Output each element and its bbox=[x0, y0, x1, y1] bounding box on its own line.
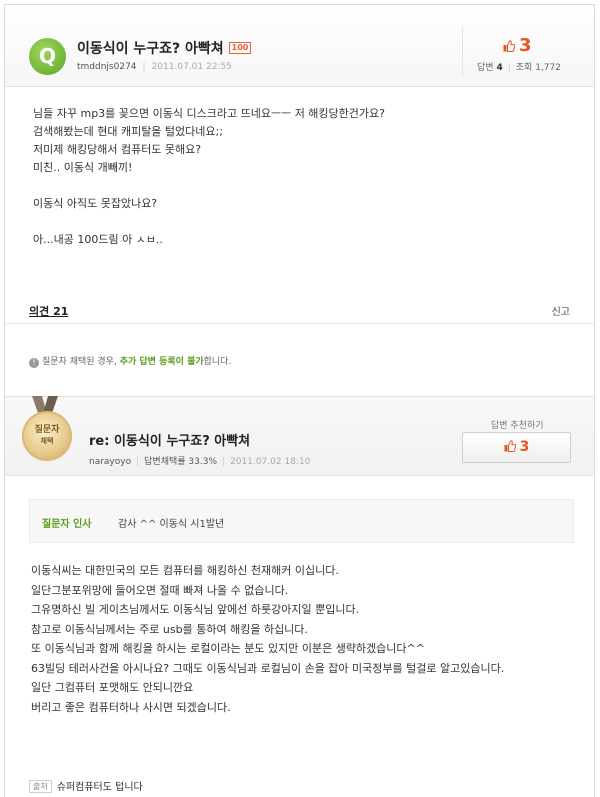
adoption-rate: 답변채택률 33.3% bbox=[144, 457, 218, 467]
recommend-answer-button[interactable]: 3 bbox=[462, 432, 571, 463]
views-count: 1,772 bbox=[535, 63, 561, 73]
answer-line: 버리고 좋은 컴퓨터하나 사시면 되겠습니다. bbox=[31, 700, 231, 714]
answer-line: 63빌딩 테러사건을 아시나요? 그때도 이동식님과 로컬님이 손을 잡아 미국… bbox=[31, 661, 505, 675]
answer-source: 출처 슈퍼컴퓨터도 텁니다 bbox=[29, 778, 143, 793]
questioner-thanks-box: 질문자 인사 감사 ^^ 이동식 시1발년 bbox=[29, 499, 574, 543]
question-header: Q 이동식이 누구죠? 아빡쳐 100 tmddnjs0274 | 2011.07.0… bbox=[5, 5, 594, 87]
question-line: 이동식 아직도 못잡았나요? bbox=[33, 197, 158, 210]
question-badge: Q bbox=[29, 38, 66, 75]
question-line: 저미제 해킹당해서 컴퓨터도 못해요? bbox=[33, 143, 202, 156]
views-label: 조회 bbox=[515, 63, 533, 73]
question-date: 2011.07.01 22:55 bbox=[151, 62, 232, 72]
answer-line: 일단 그컴퓨터 포맷해도 안되니깐요 bbox=[31, 681, 194, 694]
answers-label: 답변 bbox=[477, 63, 494, 73]
answer-line: 일단그분포위망에 들어오면 절때 빠져 나올 수 없습니다. bbox=[31, 583, 289, 597]
question-author[interactable]: tmddnjs0274 bbox=[77, 62, 137, 72]
medal-line1: 질문자 bbox=[34, 425, 60, 435]
answer-author[interactable]: narayoyo bbox=[89, 457, 131, 467]
question-body: 님들 자꾸 mp3를 꽂으면 이동식 디스크라고 뜨네요ㅡㅡ 저 해킹당한건가요… bbox=[33, 105, 385, 249]
answer-body: 이동식씨는 대한민국의 모든 컴퓨터를 해킹하신 천재해커 이십니다. 일단그분… bbox=[31, 561, 504, 717]
answer-date: 2011.07.02 18:10 bbox=[230, 457, 311, 467]
answer-line: 또 이동식님과 함께 해킹을 하시는 로컬이라는 분도 있지만 이분은 생략하겠… bbox=[31, 642, 425, 655]
question-footer: 의견 21 신고 bbox=[5, 298, 594, 324]
question-title: 이동식이 누구죠? 아빡쳐 100 bbox=[77, 38, 252, 58]
notice-suffix: 합니다. bbox=[203, 357, 232, 367]
source-text: 슈퍼컴퓨터도 텁니다 bbox=[56, 782, 143, 793]
question-recommend: 3 bbox=[503, 35, 532, 56]
recommend-answer-label: 답변 추천하기 bbox=[491, 421, 544, 431]
notice-text: 질문자 채택된 경우, bbox=[42, 357, 117, 367]
question-line: 검색해봤는데 현대 캐피탈을 털었다네요;; bbox=[33, 125, 223, 138]
question-line: 님들 자꾸 mp3를 꽂으면 이동식 디스크라고 뜨네요ㅡㅡ 저 해킹당한건가요… bbox=[33, 107, 385, 120]
answers-count: 4 bbox=[496, 63, 503, 73]
answer-recommend-count: 3 bbox=[519, 439, 530, 455]
answer-line: 그유명하신 빌 게이츠님께서도 이동식님 앞에선 하룻강아지일 뿐입니다. bbox=[31, 603, 360, 616]
question-recommend-count: 3 bbox=[519, 35, 532, 56]
report-link[interactable]: 신고 bbox=[552, 303, 570, 318]
answer-meta: narayoyo | 답변채택률 33.3% | 2011.07.02 18:10 bbox=[89, 457, 311, 467]
opinion-link[interactable]: 의견 21 bbox=[29, 303, 68, 319]
thumb-up-icon bbox=[503, 40, 515, 52]
source-label: 출처 bbox=[29, 780, 52, 793]
adoption-notice: ! 질문자 채택된 경우, 추가 답변 등록이 불가합니다. bbox=[29, 354, 231, 368]
thumb-up-icon bbox=[504, 440, 516, 452]
answer-line: 참고로 이동식님께서는 주로 usb를 통하여 해킹을 하십니다. bbox=[31, 622, 308, 636]
points-badge: 100 bbox=[228, 42, 252, 54]
answer-line: 이동식씨는 대한민국의 모든 컴퓨터를 해킹하신 천재해커 이십니다. bbox=[31, 564, 339, 577]
question-line: 아...내공 100드림 아 ㅅㅂ.. bbox=[33, 233, 163, 246]
medal-line2: 채택 bbox=[40, 437, 54, 445]
thanks-text: 감사 ^^ 이동식 시1발년 bbox=[118, 519, 225, 530]
medal-icon: 질문자 채택 bbox=[22, 411, 72, 461]
question-stats: 답변 4 | 조회 1,772 bbox=[477, 63, 561, 73]
thanks-label: 질문자 인사 bbox=[42, 519, 92, 530]
notice-highlight: 추가 답변 등록이 불가 bbox=[119, 357, 204, 367]
answer-title: re: 이동식이 누구죠? 아빡쳐 bbox=[89, 434, 251, 449]
header-divider bbox=[462, 27, 463, 77]
page-frame: Q 이동식이 누구죠? 아빡쳐 100 tmddnjs0274 | 2011.07.0… bbox=[4, 4, 595, 797]
question-line: 미친.. 이동식 개빼끼! bbox=[33, 161, 133, 174]
question-title-text: 이동식이 누구죠? 아빡쳐 bbox=[77, 41, 224, 57]
question-meta: tmddnjs0274 | 2011.07.01 22:55 bbox=[77, 62, 232, 72]
info-icon: ! bbox=[29, 358, 39, 368]
